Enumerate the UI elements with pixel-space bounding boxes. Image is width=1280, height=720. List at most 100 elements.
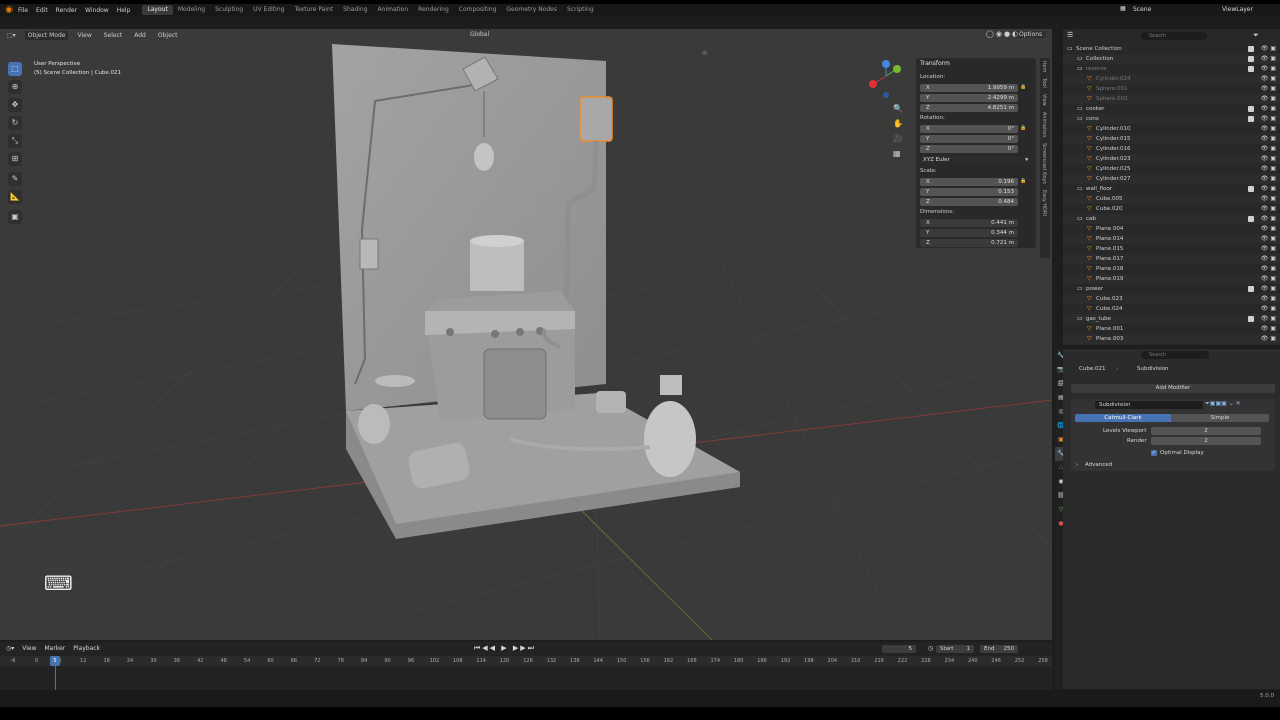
visibility-eye-icon[interactable]: 👁 ▣ — [1261, 104, 1276, 114]
collection-checkbox[interactable] — [1248, 56, 1254, 62]
move-tool-icon[interactable]: ✥ — [8, 98, 22, 112]
scale-y-field[interactable]: Y 0.153 — [920, 188, 1018, 196]
scale-x-field[interactable]: X 0.196 — [920, 178, 1018, 186]
workspace-tab-texture-paint[interactable]: Texture Paint — [289, 5, 338, 15]
outliner-row[interactable]: ▽ Plane.014 👁 ▣ — [1063, 234, 1280, 244]
menu-window[interactable]: Window — [81, 7, 113, 14]
workspace-tab-scripting[interactable]: Scripting — [562, 5, 599, 15]
visibility-eye-icon[interactable]: 👁 ▣ — [1261, 154, 1276, 164]
timeline-menu-marker[interactable]: Marker — [45, 645, 66, 652]
sidebar-tab-tool[interactable]: Tool — [1040, 75, 1048, 91]
outliner-row[interactable]: ▭ Collection 👁 ▣ — [1063, 54, 1280, 64]
outliner-row[interactable]: ▽ Plane.015 👁 ▣ — [1063, 244, 1280, 254]
timeline-editor-icon[interactable]: ◷▾ — [6, 645, 14, 652]
outliner-row[interactable]: ▽ Plane.018 👁 ▣ — [1063, 264, 1280, 274]
visibility-eye-icon[interactable]: 👁 ▣ — [1261, 174, 1276, 184]
timeline-menu-playback[interactable]: Playback — [73, 645, 100, 652]
collection-checkbox[interactable] — [1248, 216, 1254, 222]
transform-header[interactable]: Transform — [920, 60, 950, 67]
rotation-x-field[interactable]: X 0° — [920, 125, 1018, 133]
visibility-eye-icon[interactable]: 👁 ▣ — [1261, 324, 1276, 334]
visibility-eye-icon[interactable]: 👁 ▣ — [1261, 294, 1276, 304]
selected-cube-021[interactable] — [579, 96, 613, 142]
collection-checkbox[interactable] — [1248, 106, 1254, 112]
viewport-menu-select[interactable]: Select — [101, 31, 126, 40]
modifier-toggle-icons[interactable]: ⏷▣▣▣ ⌄ ✕ — [1205, 400, 1241, 408]
filter-icon[interactable]: ⏷ — [1253, 31, 1259, 40]
workspace-tab-modeling[interactable]: Modeling — [173, 5, 210, 15]
lock-icon[interactable]: 🔒 — [1020, 178, 1026, 184]
dimensions-y-field[interactable]: Y 0.344 m — [920, 229, 1018, 237]
add-cube-tool-icon[interactable]: ▣ — [8, 210, 22, 224]
visibility-eye-icon[interactable]: 👁 ▣ — [1261, 274, 1276, 284]
rotate-tool-icon[interactable]: ↻ — [8, 116, 22, 130]
outliner-row[interactable]: ▽ Cylinder.025 👁 ▣ — [1063, 164, 1280, 174]
workspace-tab-geometry-nodes[interactable]: Geometry Nodes — [501, 5, 562, 15]
lock-icon[interactable]: 🔒 — [1020, 84, 1026, 90]
dimensions-x-field[interactable]: X 0.441 m — [920, 219, 1018, 227]
timeline-ruler[interactable]: -606121824303642485460667278849096102108… — [0, 656, 1052, 666]
viewport-nav-buttons[interactable]: 🔍 ✋ 🎥 ▦ — [893, 101, 903, 161]
sidebar-tab-view[interactable]: View — [1040, 91, 1048, 109]
lock-icon[interactable]: 🔒 — [1020, 125, 1026, 131]
annotate-tool-icon[interactable]: ✎ — [8, 172, 22, 186]
shading-mode-icons[interactable]: ◯◉●◐ — [986, 30, 1020, 38]
visibility-eye-icon[interactable]: 👁 ▣ — [1261, 194, 1276, 204]
outliner-row[interactable]: ▽ Cube.024 👁 ▣ — [1063, 304, 1280, 314]
outliner-search-input[interactable]: Search — [1141, 32, 1207, 40]
visibility-eye-icon[interactable]: 👁 ▣ — [1261, 84, 1276, 94]
location-x-field[interactable]: X 1.9959 m — [920, 84, 1018, 92]
outliner-row[interactable]: ▽ Plane.001 👁 ▣ — [1063, 324, 1280, 334]
collection-checkbox[interactable] — [1248, 316, 1254, 322]
visibility-eye-icon[interactable]: 👁 ▣ — [1261, 164, 1276, 174]
dimensions-z-field[interactable]: Z 0.721 m — [920, 239, 1018, 247]
visibility-eye-icon[interactable]: 👁 ▣ — [1261, 114, 1276, 124]
visibility-eye-icon[interactable]: 👁 ▣ — [1261, 74, 1276, 84]
navigation-gizmo[interactable] — [869, 60, 901, 98]
blender-logo-icon[interactable]: ◉ — [4, 5, 14, 15]
measure-tool-icon[interactable]: 📐 — [8, 190, 22, 204]
visibility-eye-icon[interactable]: 👁 ▣ — [1261, 314, 1276, 324]
workspace-tab-uv-editing[interactable]: UV Editing — [248, 5, 289, 15]
workspace-tab-compositing[interactable]: Compositing — [454, 5, 502, 15]
advanced-chevron-icon[interactable]: › — [1076, 462, 1078, 468]
visibility-eye-icon[interactable]: 👁 ▣ — [1261, 144, 1276, 154]
menu-edit[interactable]: Edit — [32, 7, 52, 14]
simple-option[interactable]: Simple — [1171, 414, 1269, 422]
collection-checkbox[interactable] — [1248, 66, 1254, 72]
outliner-row[interactable]: ▭ reserve 👁 ▣ — [1063, 64, 1280, 74]
viewport-menu-view[interactable]: View — [74, 31, 94, 40]
workspace-tab-rendering[interactable]: Rendering — [413, 5, 454, 15]
visibility-eye-icon[interactable]: 👁 ▣ — [1261, 334, 1276, 344]
visibility-eye-icon[interactable]: 👁 ▣ — [1261, 214, 1276, 224]
cursor-tool-icon[interactable]: ⊕ — [8, 80, 22, 94]
workspace-tab-layout[interactable]: Layout — [142, 5, 173, 15]
outliner-row[interactable]: ▽ Cylinder.010 👁 ▣ — [1063, 124, 1280, 134]
menu-render[interactable]: Render — [52, 7, 81, 14]
catmull-clark-option[interactable]: Catmull-Clark — [1075, 414, 1171, 422]
end-frame-field[interactable]: End 250 — [980, 645, 1018, 653]
visibility-eye-icon[interactable]: 👁 ▣ — [1261, 204, 1276, 214]
outliner-row[interactable]: ▽ Cylinder.023 👁 ▣ — [1063, 154, 1280, 164]
collection-checkbox[interactable] — [1248, 116, 1254, 122]
scale-tool-icon[interactable]: ⤡ — [8, 134, 22, 148]
modifier-name-field[interactable]: Subdivision — [1095, 401, 1203, 409]
workspace-tab-animation[interactable]: Animation — [373, 5, 414, 15]
visibility-eye-icon[interactable]: 👁 ▣ — [1261, 234, 1276, 244]
scene-selector[interactable]: Scene — [1133, 6, 1151, 13]
visibility-eye-icon[interactable]: 👁 ▣ — [1261, 64, 1276, 74]
outliner-row[interactable]: ▽ Plane.003 👁 ▣ — [1063, 334, 1280, 344]
render-levels-field[interactable]: 2 — [1151, 437, 1261, 445]
workspace-tab-shading[interactable]: Shading — [338, 5, 372, 15]
sidebar-tab-animation[interactable]: Animation — [1040, 109, 1048, 141]
sidebar-tab-screencast-keys[interactable]: Screencast Keys — [1040, 140, 1048, 187]
outliner-row[interactable]: ▭ gas_tube 👁 ▣ — [1063, 314, 1280, 324]
sidebar-tab-easy-hdri[interactable]: Easy HDRI — [1040, 187, 1048, 219]
collection-checkbox[interactable] — [1248, 286, 1254, 292]
visibility-eye-icon[interactable]: 👁 ▣ — [1261, 254, 1276, 264]
outliner-row[interactable]: ▭ cab 👁 ▣ — [1063, 214, 1280, 224]
3d-viewport[interactable]: ⊕ User Perspective (5) Scene Collection … — [0, 29, 1052, 640]
visibility-eye-icon[interactable]: 👁 ▣ — [1261, 94, 1276, 104]
view-layer-selector[interactable]: ViewLayer — [1222, 6, 1253, 13]
outliner-row[interactable]: ▽ Cube.023 👁 ▣ — [1063, 294, 1280, 304]
